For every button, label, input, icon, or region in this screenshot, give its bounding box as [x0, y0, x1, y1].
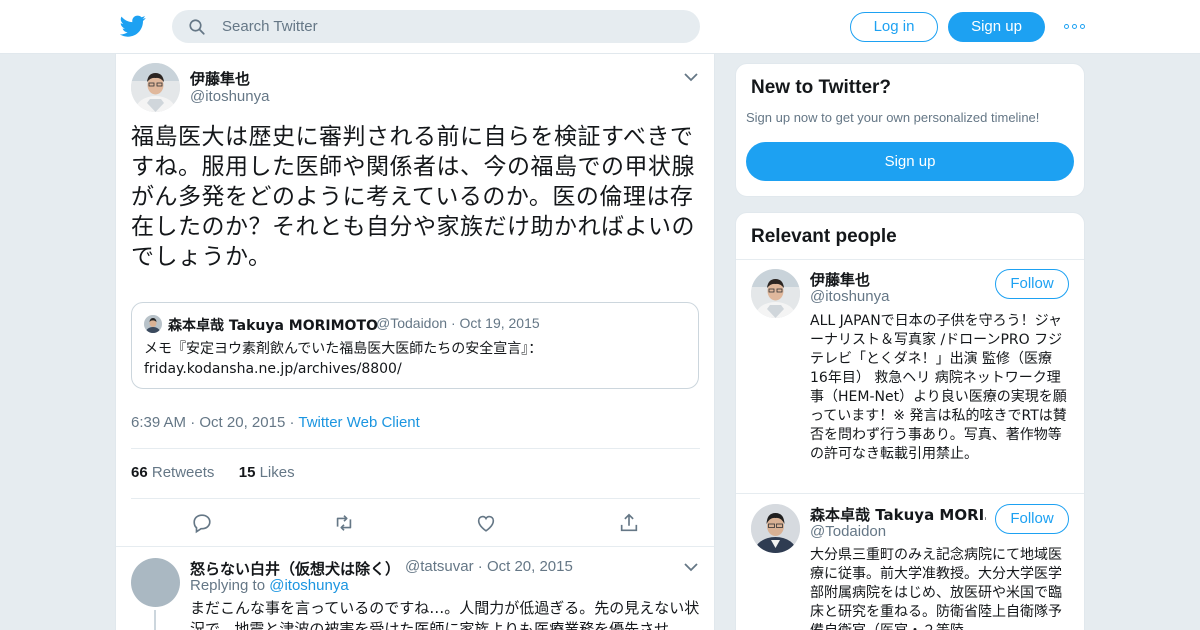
relevant-people-title: Relevant people	[751, 226, 897, 247]
follow-button[interactable]: Follow	[995, 269, 1069, 299]
divider	[116, 546, 714, 547]
reply-icon[interactable]	[191, 512, 213, 534]
relevant-people-card: Relevant people 伊藤隼也 @itoshunya Follow A…	[735, 212, 1085, 630]
person-name[interactable]: 伊藤隼也	[810, 269, 870, 290]
meta-separator: ·	[477, 558, 487, 575]
author-handle[interactable]: @itoshunya	[190, 88, 269, 105]
reply-author-avatar[interactable]	[131, 558, 180, 607]
search-box[interactable]	[172, 10, 700, 43]
person-avatar[interactable]	[751, 504, 800, 553]
author-avatar[interactable]	[131, 63, 180, 112]
person-bio: 大分県三重町のみえ記念病院にて地域医療に従事。前大学准教授。大分大学医学部附属病…	[810, 547, 1062, 630]
chevron-down-icon[interactable]	[684, 563, 698, 572]
reply-author-handle[interactable]: @tatsuvar	[405, 558, 474, 575]
new-to-twitter-title: New to Twitter?	[751, 77, 892, 98]
divider	[736, 493, 1084, 494]
meta-separator: ·	[190, 414, 200, 431]
quoted-author-avatar	[144, 315, 162, 333]
tweet-timestamp-line: 6:39 AM · Oct 20, 2015 · Twitter Web Cli…	[131, 414, 420, 431]
tweet-date: Oct 20, 2015	[199, 414, 286, 431]
reply-text: まだこんな事を言っているのですね…。人間力が低過ぎる。先の見えない状況で、地震と…	[190, 599, 700, 630]
likes-label: Likes	[259, 464, 295, 481]
retweets-stat[interactable]: 66 Retweets	[131, 464, 214, 481]
retweets-count: 66	[131, 464, 148, 481]
meta-separator: ·	[450, 315, 460, 331]
quoted-author-handle: @Todaidon	[376, 315, 448, 331]
new-to-twitter-card: New to Twitter? Sign up now to get your …	[735, 63, 1085, 197]
top-bar: Log in Sign up	[0, 0, 1200, 54]
quoted-meta: @Todaidon · Oct 19, 2015	[376, 315, 540, 331]
login-button[interactable]: Log in	[850, 12, 938, 42]
retweet-icon[interactable]	[333, 512, 355, 534]
tweet-stats: 66 Retweets 15 Likes	[131, 464, 295, 481]
person-handle[interactable]: @itoshunya	[810, 288, 889, 305]
search-icon	[189, 19, 205, 35]
signup-button[interactable]: Sign up	[948, 12, 1045, 42]
person-bio: ALL JAPANで日本の子供を守ろう！ジャーナリスト＆写真家 /ドローンPRO…	[810, 313, 1067, 462]
like-icon[interactable]	[475, 512, 497, 534]
reply-author-name[interactable]: 怒らない白井（仮想犬は除く）	[190, 558, 400, 579]
more-options-icon[interactable]	[1064, 21, 1086, 33]
replying-to-handle[interactable]: @itoshunya	[269, 577, 348, 594]
person-avatar[interactable]	[751, 269, 800, 318]
thread-line	[154, 610, 156, 630]
author-photo	[131, 63, 180, 112]
quoted-text: メモ『安定ヨウ素剤飲んでいた福島医大医師たちの安全宣言』：friday.koda…	[144, 341, 543, 377]
follow-button[interactable]: Follow	[995, 504, 1069, 534]
new-to-twitter-subtitle: Sign up now to get your own personalized…	[746, 110, 1040, 125]
replying-to: Replying to @itoshunya	[190, 577, 349, 594]
quoted-date: Oct 19, 2015	[459, 315, 540, 331]
divider	[131, 498, 700, 499]
quoted-tweet[interactable]: 森本卓哉 Takuya MORIMOTO @Todaidon · Oct 19,…	[131, 302, 699, 389]
person-handle[interactable]: @Todaidon	[810, 523, 886, 540]
tweet-time: 6:39 AM	[131, 414, 187, 431]
reply-meta: @tatsuvar · Oct 20, 2015	[405, 558, 573, 575]
tweet-source-link[interactable]: Twitter Web Client	[298, 414, 419, 431]
person-photo	[751, 269, 800, 318]
reply-date[interactable]: Oct 20, 2015	[487, 558, 573, 575]
search-input[interactable]	[222, 10, 682, 43]
quoted-author-photo	[144, 315, 162, 333]
tweet-text: 福島医大は歴史に審判される前に自らを検証すべきですね。服用した医師や関係者は、今…	[131, 124, 695, 270]
divider	[131, 448, 700, 449]
quoted-author-name: 森本卓哉 Takuya MORIMOTO	[168, 318, 378, 334]
chevron-down-icon[interactable]	[684, 73, 698, 82]
share-icon[interactable]	[618, 512, 640, 534]
person-photo	[751, 504, 800, 553]
divider	[736, 259, 1084, 260]
likes-count: 15	[238, 464, 256, 481]
replying-to-label: Replying to	[190, 577, 266, 594]
tweet-permalink-column: 伊藤隼也 @itoshunya 福島医大は歴史に審判される前に自らを検証すべきで…	[115, 54, 715, 630]
retweets-label: Retweets	[151, 464, 215, 481]
person-name[interactable]: 森本卓哉 Takuya MORI…	[810, 504, 986, 525]
sidebar-signup-button[interactable]: Sign up	[746, 142, 1074, 181]
likes-stat[interactable]: 15 Likes	[239, 464, 295, 481]
twitter-bird-icon[interactable]	[120, 13, 146, 39]
author-name[interactable]: 伊藤隼也	[190, 68, 250, 89]
